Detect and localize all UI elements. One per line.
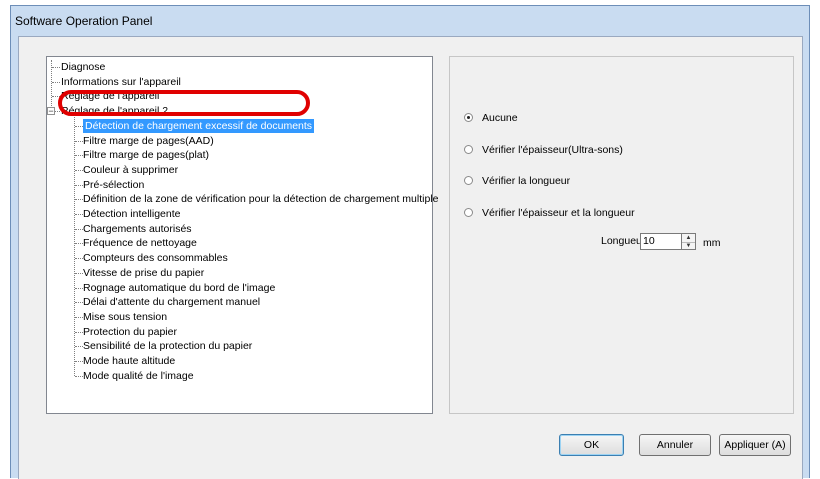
tree-child-node[interactable]: Couleur à supprimer <box>47 163 432 177</box>
tree-node[interactable]: Réglage de l'appareil <box>47 89 432 103</box>
settings-tree[interactable]: Diagnose Informations sur l'appareil Régla… <box>46 56 438 414</box>
tree-node-label: Filtre marge de pages(plat) <box>83 149 210 162</box>
tree-node-label: Diagnose <box>61 61 106 73</box>
radio-button-icon[interactable] <box>464 208 473 217</box>
tree-connector-line <box>75 214 83 215</box>
tree-node-label: Sensibilité de la protection du papier <box>83 340 253 353</box>
cancel-button[interactable]: Annuler <box>639 434 711 456</box>
tree-connector-line <box>75 243 83 245</box>
radio-label: Vérifier l'épaisseur(Ultra-sons) <box>482 144 623 156</box>
radio-label: Vérifier la longueur <box>482 175 571 187</box>
length-input[interactable]: 10 <box>640 233 682 250</box>
tree-connector-line <box>52 81 60 83</box>
tree-child-node[interactable]: Fréquence de nettoyage <box>47 236 432 250</box>
tree-connector-line <box>75 258 83 260</box>
window-title: Software Operation Panel <box>15 14 153 28</box>
tree-node-label: Délai d'attente du chargement manuel <box>83 296 261 309</box>
radio-button-icon[interactable] <box>464 113 473 122</box>
tree-connector-line <box>75 331 83 333</box>
spin-down-icon[interactable]: ▼ <box>682 242 695 250</box>
tree-child-node[interactable]: Détection de chargement excessif de docu… <box>47 118 432 133</box>
tree-connector-line <box>75 169 83 171</box>
tree-node[interactable]: Diagnose <box>47 60 432 74</box>
tree-child-node[interactable]: Mode qualité de l'image <box>47 369 432 383</box>
tree-node-label: Réglage de l'appareil 2 <box>61 105 169 118</box>
tree-child-node[interactable]: Sensibilité de la protection du papier <box>47 339 432 353</box>
tree-node-label: Mode qualité de l'image <box>83 369 194 382</box>
ok-button[interactable]: OK <box>559 434 624 456</box>
tree-node-label: Filtre marge de pages(AAD) <box>83 134 214 147</box>
length-label: Longueur <box>601 235 646 247</box>
tree-child-node[interactable]: Protection du papier <box>47 325 432 339</box>
radio-label: Aucune <box>482 112 518 124</box>
radio-button-icon[interactable] <box>464 145 473 154</box>
tree-node-label: Mode haute altitude <box>83 355 176 367</box>
tree-node-label: Pré-sélection <box>83 178 145 191</box>
tree-child-node[interactable]: Délai d'attente du chargement manuel <box>47 295 432 309</box>
tree-node-label: Vitesse de prise du papier <box>83 266 205 279</box>
tree-child-node[interactable]: Vitesse de prise du papier <box>47 266 432 280</box>
tree-connector-line <box>52 96 60 98</box>
tree-connector-line <box>75 228 83 230</box>
tree-node-label: Couleur à supprimer <box>83 163 179 176</box>
tree-child-node[interactable]: Détection intelligente <box>47 207 432 221</box>
client-area: Diagnose Informations sur l'appareil Régla… <box>18 36 803 479</box>
length-unit: mm <box>703 237 721 249</box>
tree-node-label: Détection de chargement excessif de docu… <box>83 118 315 133</box>
collapse-icon[interactable]: − <box>47 107 55 116</box>
tree-connector-line <box>75 287 83 289</box>
tree-node-label: Détection intelligente <box>83 208 181 220</box>
tree-child-node[interactable]: Mise sous tension <box>47 310 432 324</box>
tree-node-label: Réglage de l'appareil <box>61 90 160 103</box>
tree-child-node[interactable]: Rognage automatique du bord de l'image <box>47 281 432 295</box>
tree-child-node[interactable]: Filtre marge de pages(plat) <box>47 148 432 162</box>
tree-connector-line <box>75 375 83 377</box>
tree-node-label: Protection du papier <box>83 325 177 338</box>
tree-connector-line <box>75 361 83 362</box>
tree-node-label: Fréquence de nettoyage <box>83 237 197 250</box>
tree-child-node[interactable]: Compteurs des consommables <box>47 251 432 265</box>
apply-button[interactable]: Appliquer (A) <box>719 434 791 456</box>
tree-connector-line <box>52 67 60 68</box>
tree-connector-line <box>75 184 83 186</box>
tree-connector-line <box>75 302 83 304</box>
tree-child-node[interactable]: Pré-sélection <box>47 178 432 192</box>
radio-label: Vérifier l'épaisseur et la longueur <box>482 207 635 219</box>
radio-button-icon[interactable] <box>464 176 473 185</box>
title-bar[interactable]: Software Operation Panel <box>11 6 809 34</box>
tree-node-label: Compteurs des consommables <box>83 252 228 265</box>
tree-connector-line <box>75 316 83 318</box>
app-window: Software Operation Panel Diagnose Informa… <box>10 5 810 479</box>
tree-connector-line <box>75 346 83 348</box>
tree-node[interactable]: Informations sur l'appareil <box>47 75 432 89</box>
length-spinner[interactable]: ▲ ▼ <box>682 233 696 250</box>
tree-child-node[interactable]: Filtre marge de pages(AAD) <box>47 134 432 148</box>
tree-node-label: Informations sur l'appareil <box>61 75 181 88</box>
tree-node-label: Définition de la zone de vérification po… <box>83 193 439 206</box>
tree-child-node[interactable]: Chargements autorisés <box>47 222 432 236</box>
tree-connector-line <box>75 199 83 201</box>
tree-node[interactable]: − Réglage de l'appareil 2 <box>47 104 432 118</box>
options-panel: Aucune Vérifier l'épaisseur(Ultra-sons) … <box>449 56 794 414</box>
tree-connector-line <box>75 272 83 274</box>
tree-child-node[interactable]: Mode haute altitude <box>47 354 432 368</box>
tree-node-label: Chargements autorisés <box>83 222 192 235</box>
tree-child-node[interactable]: Définition de la zone de vérification po… <box>47 192 438 206</box>
tree-node-label: Rognage automatique du bord de l'image <box>83 281 276 294</box>
tree-connector-line <box>75 125 83 127</box>
tree-connector-line <box>75 155 83 157</box>
tree-node-label: Mise sous tension <box>83 310 168 323</box>
tree-connector-line <box>75 140 83 142</box>
